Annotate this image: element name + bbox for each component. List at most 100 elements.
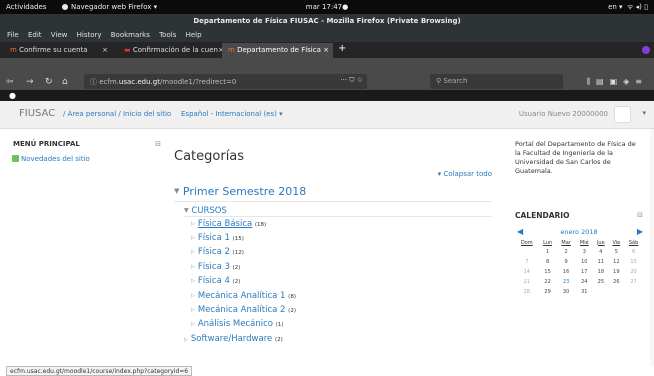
site-info-icon[interactable]: ⓘ — [90, 78, 97, 86]
calendar-day: 11 — [597, 259, 605, 265]
battery-icon: ▯ — [644, 3, 648, 11]
news-link[interactable]: Novedades del sitio — [12, 155, 161, 163]
course-fisica-basica[interactable]: ▷ Física Básica (18) — [191, 219, 266, 229]
activities-button[interactable]: Actividades — [6, 3, 46, 11]
browser-app-menu[interactable]: Navegador web Firefox ▾ — [62, 3, 157, 11]
calendar-day: 30 — [562, 289, 570, 295]
toolbar-icons[interactable]: ⫼▤▣◈≡ — [586, 77, 648, 87]
block-title: MENÚ PRINCIPAL — [13, 140, 80, 148]
home-icon[interactable]: ⌂ — [62, 77, 68, 87]
weekday-header: Lun — [543, 239, 553, 246]
new-tab-button[interactable]: + — [338, 43, 346, 54]
calendar-day: 5 — [614, 249, 618, 255]
category-software-hardware[interactable]: ▷ Software/Hardware (2) — [184, 334, 283, 344]
tab-favicon-icon: m — [10, 46, 17, 54]
calendar-day: 7 — [525, 259, 529, 265]
calendar-day-today[interactable]: 23 — [557, 277, 576, 287]
browser-app-menu-label: Navegador web Firefox ▾ — [71, 3, 158, 11]
course-count: (1) — [275, 322, 284, 328]
system-tray[interactable]: en ▾ ᯤ ◂) ▯ — [608, 3, 648, 12]
tab-close-icon[interactable]: × — [102, 46, 108, 54]
page-actions[interactable]: ··· ⛉ ☆ — [340, 76, 363, 85]
course-name: Mecánica Analítica 1 — [197, 291, 286, 301]
extension-icon[interactable]: ◈ — [623, 77, 635, 86]
menu-file[interactable]: File — [7, 31, 19, 39]
page-scrollbar[interactable] — [650, 129, 654, 366]
category-primer-semestre[interactable]: ▼ Primer Semestre 2018 — [174, 185, 306, 198]
course-analisis-mecanico[interactable]: ▷ Análisis Mecánico (1) — [191, 319, 283, 329]
course-count: (15) — [232, 236, 244, 242]
tab-favicon-icon: ▬ — [124, 46, 131, 54]
menu-tools[interactable]: Tools — [159, 31, 176, 39]
tab-close-icon[interactable]: × — [323, 46, 329, 54]
reload-icon[interactable]: ↻ — [45, 77, 53, 87]
reader-icon[interactable]: ▣ — [610, 77, 624, 86]
user-menu-caret-icon[interactable]: ▾ — [642, 109, 646, 117]
course-fisica-3[interactable]: ▷ Física 3 (2) — [191, 262, 240, 272]
block-collapse-icon[interactable]: ⊟ — [637, 211, 643, 219]
status-bar-url: ecfm.usac.edu.gt/moodle1/course/index.ph… — [6, 366, 193, 376]
collapsed-icon: ▷ — [191, 221, 195, 227]
calendar-title: CALENDARIO — [515, 211, 570, 220]
calendar-day: 6 — [631, 249, 636, 255]
menu-help[interactable]: Help — [186, 31, 202, 39]
tab-departamento[interactable]: m Departamento de Física × — [222, 43, 333, 58]
calendar-day: 16 — [562, 269, 570, 275]
calendar-day — [609, 287, 625, 297]
next-month-icon[interactable]: ▶ — [637, 227, 643, 236]
calendar-day — [515, 247, 539, 257]
category-listing: Categorías ▾ Colapsar todo ▼ Primer Seme… — [170, 140, 500, 344]
user-name[interactable]: Usuario Nuevo 20000000 — [519, 110, 608, 118]
expanded-icon: ▼ — [174, 187, 180, 195]
menu-bookmarks[interactable]: Bookmarks — [111, 31, 150, 39]
avatar[interactable] — [614, 106, 631, 123]
breadcrumb[interactable]: / Área personal / Inicio del sitio — [63, 110, 171, 118]
calendar-day: 10 — [581, 259, 588, 265]
course-fisica-1[interactable]: ▷ Física 1 (15) — [191, 233, 244, 243]
person-icon[interactable]: ● — [9, 91, 18, 100]
course-count: (12) — [232, 250, 244, 256]
calendar-day: 24 — [581, 279, 588, 285]
back-button[interactable]: ⇦ — [6, 77, 14, 87]
tab-label: Confirmación de la cuen — [132, 46, 218, 54]
overflow-menu-icon[interactable]: ≡ — [635, 77, 648, 86]
course-mecanica-2[interactable]: ▷ Mecánica Analítica 2 (2) — [191, 305, 296, 315]
site-brand[interactable]: FIUSAC — [19, 108, 55, 119]
url-prefix: ecfm. — [99, 78, 119, 86]
course-name: Física 3 — [197, 262, 230, 272]
collapsed-icon: ▷ — [191, 293, 195, 299]
calendar-day: 28 — [523, 289, 530, 295]
url-host: usac.edu.gt — [118, 78, 160, 86]
moodle-navbar: FIUSAC / Área personal / Inicio del siti… — [0, 101, 654, 129]
tab-confirme[interactable]: m Confirme su cuenta × — [4, 43, 114, 58]
block-collapse-icon[interactable]: ⊟ — [155, 140, 161, 148]
tab-confirmacion[interactable]: ▬ Confirmación de la cuen× — [118, 43, 228, 58]
menu-view[interactable]: View — [51, 31, 68, 39]
collapsed-icon: ▷ — [191, 307, 195, 313]
calendar-day — [624, 287, 643, 297]
calendar-month[interactable]: enero 2018 — [515, 228, 643, 236]
calendar-day: 31 — [581, 289, 588, 295]
language-indicator[interactable]: en ▾ — [608, 3, 622, 11]
course-mecanica-1[interactable]: ▷ Mecánica Analítica 1 (8) — [191, 291, 296, 301]
search-input[interactable]: ⚲ Search — [430, 74, 563, 89]
category-cursos[interactable]: ▼ CURSOS — [184, 206, 227, 216]
collapse-all-link[interactable]: ▾ Colapsar todo — [438, 170, 492, 178]
course-fisica-2[interactable]: ▷ Física 2 (12) — [191, 247, 244, 257]
calendar-day: 17 — [581, 269, 588, 275]
course-name: Física 1 — [197, 233, 230, 243]
course-fisica-4[interactable]: ▷ Física 4 (2) — [191, 276, 240, 286]
language-menu[interactable]: Español - Internacional (es) ▾ — [181, 110, 283, 118]
menu-history[interactable]: History — [77, 31, 102, 39]
forward-button[interactable]: → — [26, 77, 34, 87]
clock[interactable]: mar 17:47● — [300, 3, 354, 11]
course-count: (18) — [254, 222, 267, 228]
bookmark-strip: ● — [0, 90, 654, 101]
search-placeholder: Search — [443, 77, 468, 85]
library-icon[interactable]: ⫼ — [586, 77, 596, 86]
sidebar-icon[interactable]: ▤ — [596, 77, 610, 86]
course-name: Física 2 — [197, 247, 230, 257]
url-bar[interactable]: ⓘ ecfm.usac.edu.gt/moodle1/?redirect=0 ·… — [84, 74, 367, 89]
calendar-grid: Dom Lun Mar Mié Jue Vie Sáb 1 2 3 4 5 6 … — [515, 238, 643, 297]
menu-edit[interactable]: Edit — [28, 31, 42, 39]
